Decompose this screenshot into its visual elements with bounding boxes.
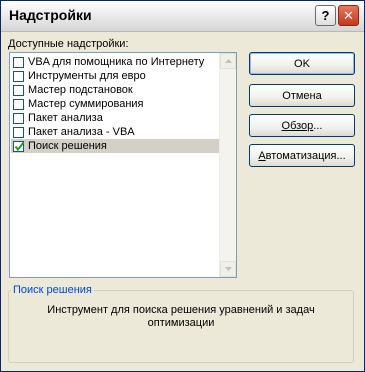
description-text: Инструмент для поиска решения уравнений … xyxy=(47,304,315,329)
scroll-down-icon xyxy=(224,267,232,271)
list-item[interactable]: Пакет анализа xyxy=(11,111,221,125)
automation-button-label: Автоматизация... xyxy=(258,150,345,162)
addin-label: Пакет анализа - VBA xyxy=(28,126,135,138)
vertical-scrollbar[interactable] xyxy=(219,53,236,277)
addin-label: Мастер суммирования xyxy=(28,98,144,110)
automation-accesskey: А xyxy=(258,149,266,162)
addin-checkbox[interactable] xyxy=(13,84,24,96)
close-icon: ✕ xyxy=(343,8,354,23)
list-item-selected[interactable]: Поиск решения xyxy=(11,139,221,153)
scroll-down-button[interactable] xyxy=(220,261,236,277)
cancel-button-label: Отмена xyxy=(282,89,322,102)
list-item[interactable]: Инструменты для евро xyxy=(11,69,221,83)
ok-button-label: OK xyxy=(294,57,310,70)
addin-label: Инструменты для евро xyxy=(28,70,146,82)
list-item[interactable]: Мастер подстановок xyxy=(11,83,221,97)
addin-checkbox[interactable] xyxy=(13,98,24,110)
addin-checkbox-checked[interactable] xyxy=(13,140,25,152)
browse-accesskey-text: Обзор xyxy=(281,119,314,132)
scroll-up-button[interactable] xyxy=(220,53,236,69)
available-addins-accesskey: Д xyxy=(8,38,16,50)
automation-button[interactable]: Автоматизация... xyxy=(249,144,355,167)
browse-button[interactable]: Обзор... xyxy=(249,114,355,137)
list-item[interactable]: VBA для помощника по Интернету xyxy=(11,55,221,69)
addin-label: Поиск решения xyxy=(27,140,107,152)
available-addins-label-text: оступные надстройки: xyxy=(15,38,129,50)
description-title: Поиск решения xyxy=(11,284,94,296)
addin-checkbox[interactable] xyxy=(13,56,24,68)
available-addins-label: Доступные надстройки: xyxy=(8,38,129,50)
addins-list: VBA для помощника по Интернету Инструмен… xyxy=(11,55,221,153)
ok-button[interactable]: OK xyxy=(249,52,355,75)
title-bar[interactable]: Надстройки ? ✕ xyxy=(1,1,364,32)
addins-listbox[interactable]: VBA для помощника по Интернету Инструмен… xyxy=(9,52,237,278)
checkmark-icon xyxy=(14,141,25,151)
browse-ellipsis: ... xyxy=(313,119,323,132)
list-item[interactable]: Мастер суммирования xyxy=(11,97,221,111)
addin-checkbox[interactable] xyxy=(13,126,24,138)
addin-checkbox[interactable] xyxy=(13,70,24,82)
close-button[interactable]: ✕ xyxy=(338,5,359,26)
automation-label-text: втоматизация... xyxy=(265,149,346,162)
addin-label: Мастер подстановок xyxy=(28,84,133,96)
browse-button-label: Обзор... xyxy=(282,120,323,132)
help-button[interactable]: ? xyxy=(315,5,336,26)
scroll-up-icon xyxy=(224,59,232,63)
addin-label: VBA для помощника по Интернету xyxy=(28,56,205,68)
addins-dialog: Надстройки ? ✕ Доступные надстройки: VBA… xyxy=(0,0,365,372)
list-item[interactable]: Пакет анализа - VBA xyxy=(11,125,221,139)
help-icon: ? xyxy=(321,8,330,23)
cancel-button[interactable]: Отмена xyxy=(249,84,355,107)
window-title: Надстройки xyxy=(9,7,92,23)
addin-label: Пакет анализа xyxy=(28,112,103,124)
addin-checkbox[interactable] xyxy=(13,112,24,124)
